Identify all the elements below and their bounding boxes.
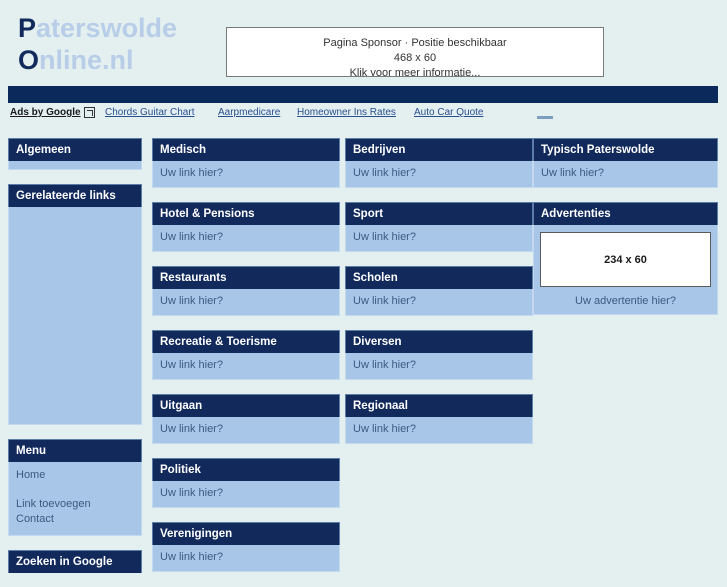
menu-item-contact[interactable]: Contact (16, 512, 134, 527)
panel-menu-body: Home Link toevoegen Contact (8, 462, 142, 536)
google-ads-bar: Ads by Google Chords Guitar Chart Aarpme… (0, 104, 727, 126)
sponsor-line-2: 468 x 60 (393, 52, 437, 64)
panel-algemeen-title: Algemeen (8, 138, 142, 161)
panel-zoeken-in-google: Zoeken in Google (8, 550, 142, 573)
ads-bar-dash (537, 116, 553, 119)
link-placeholder[interactable]: Uw link hier? (160, 294, 332, 309)
panel-gerelateerde-links-body (8, 207, 142, 425)
link-placeholder[interactable]: Uw link hier? (160, 230, 332, 245)
category-column-1: Medisch Uw link hier? Hotel & Pensions U… (152, 138, 340, 586)
menu-item-home[interactable]: Home (16, 468, 134, 483)
ad-link-auto-car-quote[interactable]: Auto Car Quote (414, 107, 483, 118)
panel-advertenties-title: Advertenties (533, 202, 718, 225)
external-link-icon[interactable] (84, 107, 95, 118)
panel-restaurants-body: Uw link hier? (152, 289, 340, 316)
ad-link-aarpmedicare[interactable]: Aarpmedicare (218, 107, 280, 118)
panel-hotel-pensions-body: Uw link hier? (152, 225, 340, 252)
panel-verenigingen-title: Verenigingen (152, 522, 340, 545)
ad-caption[interactable]: Uw advertentie hier? (540, 294, 711, 308)
left-sidebar: Algemeen Gerelateerde links Menu Home Li… (8, 138, 142, 587)
panel-sport-body: Uw link hier? (345, 225, 533, 252)
panel-advertenties-body: 234 x 60 Uw advertentie hier? (533, 225, 718, 315)
link-placeholder[interactable]: Uw link hier? (353, 422, 525, 437)
navigation-bar (8, 86, 718, 103)
logo-initial-p: P (18, 13, 37, 43)
panel-verenigingen: Verenigingen Uw link hier? (152, 522, 340, 572)
panel-politiek: Politiek Uw link hier? (152, 458, 340, 508)
panel-scholen-body: Uw link hier? (345, 289, 533, 316)
menu-spacer (16, 483, 134, 497)
panel-uitgaan-body: Uw link hier? (152, 417, 340, 444)
logo-initial-o: O (18, 45, 40, 75)
logo-text-paterswolde: aterswolde (36, 13, 178, 43)
panel-menu: Menu Home Link toevoegen Contact (8, 439, 142, 536)
panel-medisch-title: Medisch (152, 138, 340, 161)
sponsor-line-1: Pagina Sponsor · Positie beschikbaar (323, 37, 507, 49)
sponsor-line-3: Klik voor meer informatie... (349, 67, 481, 79)
ads-by-google-label[interactable]: Ads by Google (10, 107, 81, 118)
right-sidebar: Typisch Paterswolde Uw link hier? Advert… (533, 138, 718, 329)
ad-link-homeowner-ins-rates[interactable]: Homeowner Ins Rates (297, 107, 396, 118)
panel-politiek-body: Uw link hier? (152, 481, 340, 508)
link-placeholder[interactable]: Uw link hier? (353, 230, 525, 245)
panel-recreatie-toerisme: Recreatie & Toerisme Uw link hier? (152, 330, 340, 380)
panel-hotel-pensions: Hotel & Pensions Uw link hier? (152, 202, 340, 252)
panel-zoeken-in-google-title: Zoeken in Google (8, 550, 142, 573)
logo-line-1: Paterswolde (18, 13, 177, 43)
link-placeholder[interactable]: Uw link hier? (353, 358, 525, 373)
link-placeholder[interactable]: Uw link hier? (353, 166, 525, 181)
panel-restaurants: Restaurants Uw link hier? (152, 266, 340, 316)
menu-item-link-toevoegen[interactable]: Link toevoegen (16, 497, 134, 512)
panel-advertenties: Advertenties 234 x 60 Uw advertentie hie… (533, 202, 718, 315)
panel-hotel-pensions-title: Hotel & Pensions (152, 202, 340, 225)
panel-sport: Sport Uw link hier? (345, 202, 533, 252)
panel-diversen-body: Uw link hier? (345, 353, 533, 380)
panel-bedrijven-title: Bedrijven (345, 138, 533, 161)
panel-medisch-body: Uw link hier? (152, 161, 340, 188)
sponsor-banner[interactable]: Pagina Sponsor · Positie beschikbaar 468… (226, 27, 604, 79)
panel-typisch-paterswolde: Typisch Paterswolde Uw link hier? (533, 138, 718, 188)
site-logo[interactable]: Paterswolde Online.nl (18, 12, 177, 76)
link-placeholder[interactable]: Uw link hier? (541, 166, 710, 181)
ad-placeholder-234x60[interactable]: 234 x 60 (540, 232, 711, 287)
panel-regionaal-title: Regionaal (345, 394, 533, 417)
panel-uitgaan: Uitgaan Uw link hier? (152, 394, 340, 444)
panel-scholen: Scholen Uw link hier? (345, 266, 533, 316)
panel-algemeen-body (8, 161, 142, 170)
link-placeholder[interactable]: Uw link hier? (160, 422, 332, 437)
panel-sport-title: Sport (345, 202, 533, 225)
panel-recreatie-toerisme-body: Uw link hier? (152, 353, 340, 380)
panel-verenigingen-body: Uw link hier? (152, 545, 340, 572)
panel-restaurants-title: Restaurants (152, 266, 340, 289)
link-placeholder[interactable]: Uw link hier? (160, 550, 332, 565)
panel-typisch-paterswolde-title: Typisch Paterswolde (533, 138, 718, 161)
link-placeholder[interactable]: Uw link hier? (353, 294, 525, 309)
logo-line-2: Online.nl (18, 44, 177, 76)
panel-bedrijven: Bedrijven Uw link hier? (345, 138, 533, 188)
panel-regionaal-body: Uw link hier? (345, 417, 533, 444)
panel-typisch-paterswolde-body: Uw link hier? (533, 161, 718, 188)
link-placeholder[interactable]: Uw link hier? (160, 486, 332, 501)
panel-gerelateerde-links: Gerelateerde links (8, 184, 142, 425)
panel-menu-title: Menu (8, 439, 142, 462)
link-placeholder[interactable]: Uw link hier? (160, 358, 332, 373)
panel-bedrijven-body: Uw link hier? (345, 161, 533, 188)
panel-regionaal: Regionaal Uw link hier? (345, 394, 533, 444)
panel-diversen: Diversen Uw link hier? (345, 330, 533, 380)
panel-politiek-title: Politiek (152, 458, 340, 481)
panel-medisch: Medisch Uw link hier? (152, 138, 340, 188)
panel-uitgaan-title: Uitgaan (152, 394, 340, 417)
panel-algemeen: Algemeen (8, 138, 142, 170)
site-header: Paterswolde Online.nl Pagina Sponsor · P… (0, 0, 727, 82)
logo-text-online: nline.nl (39, 45, 134, 75)
panel-gerelateerde-links-title: Gerelateerde links (8, 184, 142, 207)
panel-diversen-title: Diversen (345, 330, 533, 353)
panel-scholen-title: Scholen (345, 266, 533, 289)
panel-recreatie-toerisme-title: Recreatie & Toerisme (152, 330, 340, 353)
category-column-2: Bedrijven Uw link hier? Sport Uw link hi… (345, 138, 533, 458)
link-placeholder[interactable]: Uw link hier? (160, 166, 332, 181)
ad-link-chords-guitar-chart[interactable]: Chords Guitar Chart (105, 107, 194, 118)
